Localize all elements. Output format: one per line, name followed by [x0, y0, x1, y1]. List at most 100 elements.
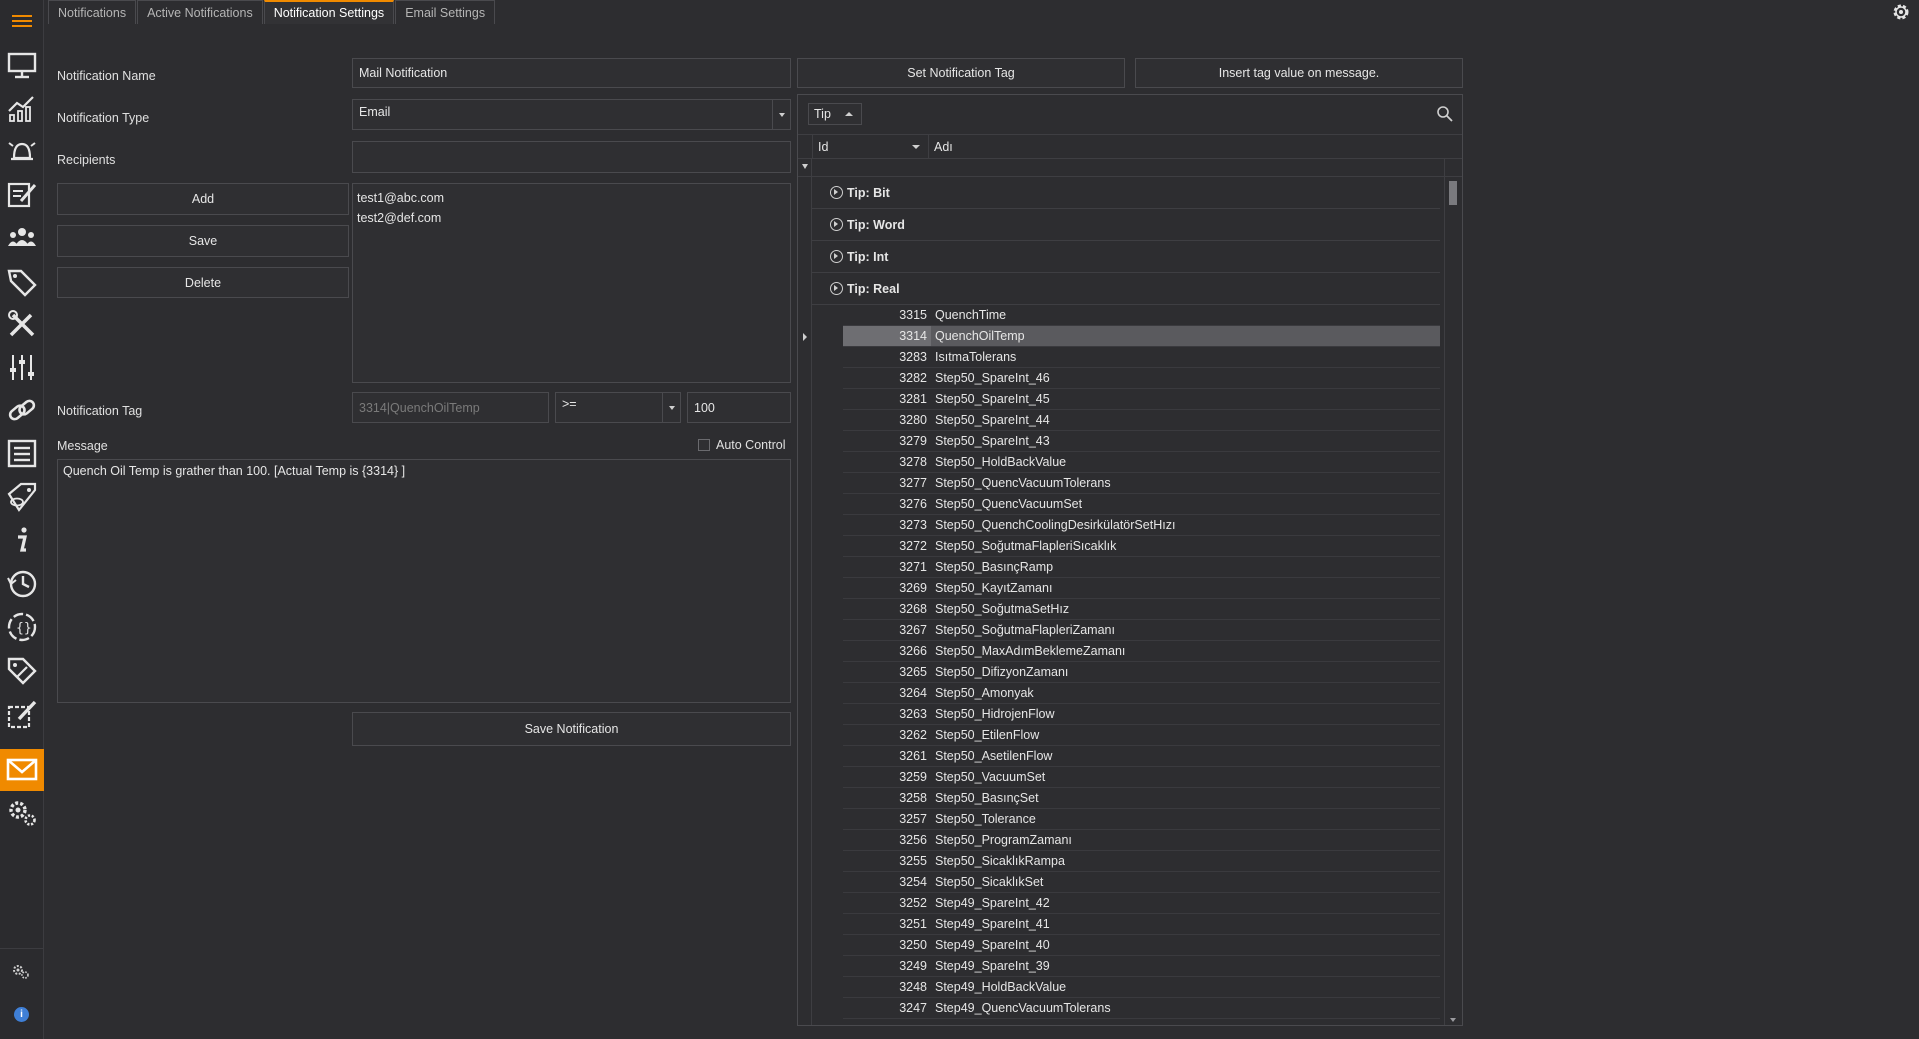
expand-group-icon[interactable] [830, 250, 843, 263]
recipient-email-input[interactable] [352, 141, 791, 173]
table-row[interactable]: 3256 Step50_ProgramZamanı [843, 830, 1440, 851]
sidebar-item-report-edit[interactable] [0, 694, 44, 736]
table-row[interactable]: 3247 Step49_QuencVacuumTolerans [843, 998, 1440, 1019]
table-row[interactable]: 3258 Step50_BasınçSet [843, 788, 1440, 809]
table-row[interactable]: 3276 Step50_QuencVacuumSet [843, 494, 1440, 515]
notification-name-input[interactable]: Mail Notification [352, 58, 791, 88]
table-row[interactable]: 3265 Step50_DifizyonZamanı [843, 662, 1440, 683]
sidebar-item-settings-gears[interactable] [0, 792, 44, 834]
table-row[interactable]: 3278 Step50_HoldBackValue [843, 452, 1440, 473]
table-row[interactable]: 3251 Step49_SpareInt_41 [843, 914, 1440, 935]
table-row[interactable]: 3315 QuenchTime [843, 305, 1440, 326]
group-row[interactable]: Tip: Int [812, 241, 1440, 273]
table-row[interactable]: 3279 Step50_SpareInt_43 [843, 431, 1440, 452]
table-row[interactable]: 3254 Step50_SicaklıkSet [843, 872, 1440, 893]
small-gears-icon[interactable] [12, 964, 30, 983]
insert-tag-value-button[interactable]: Insert tag value on message. [1135, 58, 1463, 88]
table-row[interactable]: 3283 IsıtmaTolerans [843, 347, 1440, 368]
table-row[interactable]: 3269 Step50_KayıtZamanı [843, 578, 1440, 599]
about-info-icon[interactable]: i [14, 1007, 29, 1022]
table-row[interactable]: 3271 Step50_BasınçRamp [843, 557, 1440, 578]
sidebar-item-monitor[interactable] [0, 45, 44, 87]
table-row[interactable]: 3272 Step50_SoğutmaFlapleriSıcaklık [843, 536, 1440, 557]
cell-id: 3261 [899, 749, 927, 763]
table-row[interactable]: 3262 Step50_EtilenFlow [843, 725, 1440, 746]
scroll-down-icon[interactable] [1450, 1018, 1456, 1022]
group-row[interactable]: Tip: Real [812, 273, 1440, 305]
table-row[interactable]: 3281 Step50_SpareInt_45 [843, 389, 1440, 410]
vertical-scrollbar[interactable] [1444, 159, 1462, 1025]
table-row[interactable]: 3261 Step50_AsetilenFlow [843, 746, 1440, 767]
save-recipient-button[interactable]: Save [57, 225, 349, 257]
threshold-input[interactable]: 100 [687, 392, 791, 423]
table-row[interactable]: 3314 QuenchOilTemp [843, 326, 1440, 347]
sidebar-item-users[interactable] [0, 217, 44, 259]
add-recipient-button[interactable]: Add [57, 183, 349, 215]
sidebar-item-alarm-bell[interactable] [0, 131, 44, 173]
recipient-item[interactable]: test1@abc.com [357, 188, 786, 208]
column-header-name[interactable]: Adı [928, 135, 1444, 159]
sidebar-item-history[interactable] [0, 563, 44, 605]
table-row[interactable]: 3250 Step49_SpareInt_40 [843, 935, 1440, 956]
gear-icon[interactable] [1891, 2, 1911, 22]
table-row[interactable]: 3268 Step50_SoğutmaSetHız [843, 599, 1440, 620]
expand-group-icon[interactable] [830, 186, 843, 199]
cell-id: 3315 [899, 308, 927, 322]
table-row[interactable]: 3267 Step50_SoğutmaFlapleriZamanı [843, 620, 1440, 641]
sidebar-item-edit-form[interactable] [0, 174, 44, 216]
scrollbar-thumb[interactable] [1449, 181, 1457, 205]
delete-recipient-button[interactable]: Delete [57, 267, 349, 298]
expand-group-icon[interactable] [830, 218, 843, 231]
set-notification-tag-button[interactable]: Set Notification Tag [797, 58, 1125, 88]
table-row[interactable]: 3255 Step50_SicaklıkRampa [843, 851, 1440, 872]
cell-name: Step49_SpareInt_41 [935, 917, 1050, 931]
table-row[interactable]: 3277 Step50_QuencVacuumTolerans [843, 473, 1440, 494]
chevron-down-icon[interactable] [772, 100, 790, 129]
current-row-indicator-icon [803, 333, 807, 341]
hamburger-menu-icon[interactable] [12, 12, 32, 30]
group-row[interactable]: Tip: Bit [812, 177, 1440, 209]
table-row[interactable]: 3263 Step50_HidrojenFlow [843, 704, 1440, 725]
table-row[interactable]: 3252 Step49_SpareInt_42 [843, 893, 1440, 914]
recipient-item[interactable]: test2@def.com [357, 208, 786, 228]
table-row[interactable]: 3257 Step50_Tolerance [843, 809, 1440, 830]
filter-row[interactable] [798, 159, 1462, 177]
tab-notifications[interactable]: Notifications [48, 0, 137, 24]
sidebar-item-tags[interactable] [0, 260, 44, 302]
tab-active-notifications[interactable]: Active Notifications [137, 0, 263, 24]
operator-select[interactable]: >= [555, 392, 681, 423]
auto-control-checkbox[interactable] [698, 439, 710, 451]
table-row[interactable]: 3259 Step50_VacuumSet [843, 767, 1440, 788]
column-header-id[interactable]: Id [812, 135, 928, 159]
sidebar-item-tools[interactable] [0, 304, 44, 346]
sidebar-item-list[interactable] [0, 433, 44, 475]
tab-email-settings[interactable]: Email Settings [395, 0, 496, 24]
sidebar-item-script[interactable]: {} [0, 607, 44, 649]
table-row[interactable]: 3266 Step50_MaxAdımBeklemeZamanı [843, 641, 1440, 662]
table-row[interactable]: 3280 Step50_SpareInt_44 [843, 410, 1440, 431]
sidebar-item-tag-view[interactable] [0, 477, 44, 519]
search-icon[interactable] [1436, 105, 1454, 123]
message-textarea[interactable]: Quench Oil Temp is grather than 100. [Ac… [57, 459, 791, 703]
recipients-list[interactable]: test1@abc.com test2@def.com [352, 183, 791, 383]
table-row[interactable]: 3282 Step50_SpareInt_46 [843, 368, 1440, 389]
tab-notification-settings[interactable]: Notification Settings [263, 0, 395, 24]
chevron-down-icon[interactable] [662, 393, 680, 422]
sidebar-item-info[interactable] [0, 520, 44, 562]
operator-value: >= [562, 397, 577, 411]
table-row[interactable]: 3248 Step49_HoldBackValue [843, 977, 1440, 998]
expand-group-icon[interactable] [830, 282, 843, 295]
sort-icon[interactable] [912, 145, 920, 149]
group-row[interactable]: Tip: Word [812, 209, 1440, 241]
save-notification-button[interactable]: Save Notification [352, 712, 791, 746]
notification-type-select[interactable]: Email [352, 99, 791, 130]
sidebar-item-mail[interactable] [0, 749, 44, 791]
group-by-chip[interactable]: Tip [808, 103, 862, 125]
sidebar-item-link[interactable] [0, 390, 44, 432]
table-row[interactable]: 3273 Step50_QuenchCoolingDesirkülatörSetH… [843, 515, 1440, 536]
table-row[interactable]: 3264 Step50_Amonyak [843, 683, 1440, 704]
sidebar-item-sliders[interactable] [0, 347, 44, 389]
sidebar-item-tag-edit[interactable] [0, 650, 44, 692]
table-row[interactable]: 3249 Step49_SpareInt_39 [843, 956, 1440, 977]
sidebar-item-chart[interactable] [0, 88, 44, 130]
